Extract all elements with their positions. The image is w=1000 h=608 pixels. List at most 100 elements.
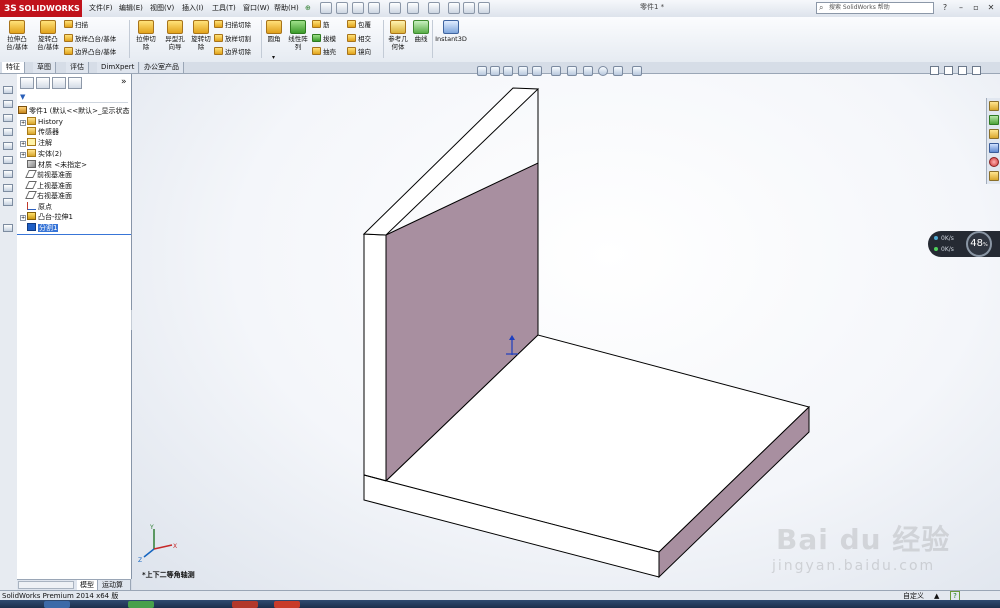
- curves-button[interactable]: 曲线: [411, 20, 431, 43]
- rib-button[interactable]: 筋: [312, 20, 330, 31]
- tab-model[interactable]: 模型: [77, 580, 98, 590]
- strip-tool-icon[interactable]: [3, 156, 13, 164]
- apply-scene-icon[interactable]: [613, 66, 623, 76]
- reference-geometry-button[interactable]: 参考几 何体: [386, 20, 410, 51]
- sweep-button[interactable]: 扫描: [64, 20, 88, 31]
- zoom-to-area-icon[interactable]: [490, 66, 500, 76]
- taskbar-app-icon[interactable]: [232, 601, 258, 608]
- zoom-to-fit-icon[interactable]: [477, 66, 487, 76]
- boundary-cut-button[interactable]: 边界切除: [214, 47, 251, 58]
- search-input[interactable]: ⌕ 搜索 SolidWorks 帮助: [816, 2, 934, 14]
- configuration-manager-tab-icon[interactable]: [52, 77, 66, 89]
- intersect-button[interactable]: 相交: [347, 34, 371, 45]
- undo-icon[interactable]: [407, 2, 419, 14]
- tree-item-annotations[interactable]: + 注解: [20, 138, 52, 148]
- strip-tool-icon[interactable]: [3, 184, 13, 192]
- expand-icon[interactable]: +: [20, 141, 26, 147]
- solidworks-logo[interactable]: 3S SOLIDWORKS: [0, 0, 82, 17]
- draft-button[interactable]: 拔模: [312, 34, 336, 45]
- menu-window[interactable]: 窗口(W): [240, 2, 272, 15]
- mirror-button[interactable]: 镜向: [347, 47, 371, 58]
- taskbar-app-icon[interactable]: [44, 601, 70, 608]
- dynamic-annotation-icon[interactable]: [532, 66, 542, 76]
- strip-tool-icon[interactable]: [3, 114, 13, 122]
- feature-manager-tab-icon[interactable]: [20, 77, 34, 89]
- select-icon[interactable]: [428, 2, 440, 14]
- minimize-button[interactable]: –: [954, 2, 968, 14]
- wrap-button[interactable]: 包覆: [347, 20, 371, 31]
- tree-item-origin[interactable]: 原点: [27, 202, 52, 212]
- hole-wizard-button[interactable]: 异型孔 向导: [162, 20, 188, 51]
- tab-office-products[interactable]: 办公室产品: [140, 62, 184, 73]
- tree-item-right-plane[interactable]: 右视基准面: [25, 191, 72, 201]
- appearances-icon[interactable]: [989, 157, 999, 167]
- view-orientation-icon[interactable]: [551, 66, 561, 76]
- expand-icon[interactable]: +: [20, 152, 26, 158]
- print-preview-icon[interactable]: [389, 2, 401, 14]
- strip-tool-icon[interactable]: [3, 224, 13, 232]
- custom-properties-icon[interactable]: [989, 171, 999, 181]
- tree-filter-icon[interactable]: ▼: [20, 93, 128, 103]
- expand-icon[interactable]: +: [20, 215, 26, 221]
- edit-appearance-icon[interactable]: [598, 66, 608, 76]
- viewport-restore-icon[interactable]: [944, 66, 953, 75]
- linear-pattern-button[interactable]: 线性阵 列: [286, 20, 310, 51]
- fillet-button[interactable]: 圆角: [264, 20, 284, 43]
- tab-dimxpert[interactable]: DimXpert: [97, 62, 140, 73]
- tree-root-part[interactable]: 零件1 (默认<<默认>_显示状态: [18, 106, 130, 116]
- previous-view-icon[interactable]: [503, 66, 513, 76]
- strip-tool-icon[interactable]: [3, 198, 13, 206]
- loft-boss-button[interactable]: 放样凸台/基体: [64, 34, 116, 45]
- rollback-bar[interactable]: [17, 234, 131, 235]
- extruded-cut-button[interactable]: 拉伸切 除: [133, 20, 159, 51]
- property-manager-tab-icon[interactable]: [36, 77, 50, 89]
- strip-tool-icon[interactable]: [3, 86, 13, 94]
- tree-item-front-plane[interactable]: 前视基准面: [25, 170, 72, 180]
- file-properties-icon[interactable]: [463, 2, 475, 14]
- tab-sketch[interactable]: 草图: [33, 62, 56, 73]
- taskbar-app-icon[interactable]: [274, 601, 300, 608]
- strip-tool-icon[interactable]: [3, 142, 13, 150]
- viewport-split-icon[interactable]: [930, 66, 939, 75]
- tree-item-boss-extrude1[interactable]: + 凸台-拉伸1: [20, 212, 73, 222]
- tree-horizontal-scrollbar[interactable]: [18, 581, 74, 589]
- display-style-icon[interactable]: [567, 66, 577, 76]
- taskbar-app-icon[interactable]: [128, 601, 154, 608]
- menu-view[interactable]: 视图(V): [147, 2, 177, 15]
- tab-motion-study[interactable]: 运动算例1: [99, 580, 131, 599]
- menu-file[interactable]: 文件(F): [86, 2, 116, 15]
- extrude-boss-button[interactable]: 拉伸凸 台/基体: [4, 20, 30, 51]
- tree-item-sensors[interactable]: 传感器: [27, 127, 59, 137]
- network-speed-widget[interactable]: 0K/s 0K/s 48%: [928, 231, 1000, 257]
- solidworks-resources-icon[interactable]: [989, 101, 999, 111]
- view-settings-icon[interactable]: [632, 66, 642, 76]
- wall-left-face[interactable]: [363, 233, 387, 482]
- tree-item-top-plane[interactable]: 上视基准面: [25, 181, 72, 191]
- strip-tool-icon[interactable]: [3, 128, 13, 136]
- tree-item-solid-bodies[interactable]: + 实体(2): [20, 149, 62, 159]
- view-palette-icon[interactable]: [989, 143, 999, 153]
- instant3d-button[interactable]: Instant3D: [434, 20, 468, 43]
- display-manager-tab-icon[interactable]: [68, 77, 82, 89]
- strip-tool-icon[interactable]: [3, 100, 13, 108]
- tab-evaluate[interactable]: 评估: [66, 62, 89, 73]
- viewport-maximize-icon[interactable]: [958, 66, 967, 75]
- boundary-boss-button[interactable]: 边界凸台/基体: [64, 47, 116, 58]
- strip-tool-icon[interactable]: [3, 170, 13, 178]
- restore-button[interactable]: ▫: [969, 2, 983, 14]
- tab-features[interactable]: 特征: [2, 62, 25, 73]
- expand-panel-icon[interactable]: »: [121, 77, 127, 87]
- rebuild-icon[interactable]: [448, 2, 460, 14]
- close-button[interactable]: ✕: [984, 2, 998, 14]
- tree-item-split1[interactable]: 分割1: [27, 223, 59, 233]
- open-document-icon[interactable]: [336, 2, 348, 14]
- design-library-icon[interactable]: [989, 115, 999, 125]
- shell-button[interactable]: 抽壳: [312, 47, 336, 58]
- swept-cut-button[interactable]: 扫描切除: [214, 20, 251, 31]
- lofted-cut-button[interactable]: 放样切割: [214, 34, 251, 45]
- file-explorer-icon[interactable]: [989, 129, 999, 139]
- menu-insert[interactable]: 插入(I): [179, 2, 207, 15]
- revolved-cut-button[interactable]: 旋转切 除: [188, 20, 214, 51]
- revolve-boss-button[interactable]: 旋转凸 台/基体: [35, 20, 61, 51]
- tree-item-history[interactable]: + History: [20, 117, 63, 127]
